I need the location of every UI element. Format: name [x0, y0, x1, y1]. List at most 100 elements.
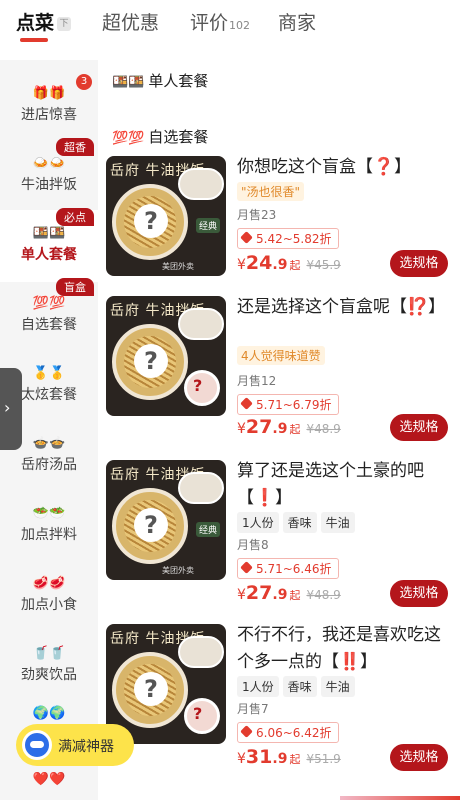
classic-stamp: 经典 — [195, 218, 220, 233]
count-badge: 3 — [76, 74, 92, 90]
original-price: ¥48.9 — [306, 588, 341, 602]
hundred-points-icon: 💯💯 — [32, 296, 66, 311]
product-image[interactable]: 岳府 牛油拌饭 ? 经典 美团外卖 — [106, 460, 226, 580]
product-image[interactable]: 岳府 牛油拌饭 ? ? — [106, 624, 226, 744]
double-exclamation-icon: ‼️ — [339, 652, 361, 672]
tag-serving: 1人份 — [237, 676, 279, 697]
status-badge: 必点 — [56, 208, 94, 226]
choose-spec-button[interactable]: 选规格 — [390, 414, 448, 441]
sidebar-item-label: 自选套餐 — [21, 317, 77, 333]
tab-reviews-label: 评价 — [190, 12, 229, 34]
product-image[interactable]: 岳府 牛油拌饭 ? ? — [106, 296, 226, 416]
sidebar-item-label: 加点拌料 — [21, 527, 77, 543]
status-badge: 超香 — [56, 138, 94, 156]
discount-tag: 5.71~6.46折 — [237, 558, 339, 579]
monthly-sales: 月售7 — [237, 702, 269, 716]
section-header-custom-set: 💯💯 自选套餐 — [112, 126, 208, 147]
promo-label: 满减神器 — [58, 739, 114, 755]
monthly-sales: 月售8 — [237, 538, 269, 552]
discount-icon — [240, 725, 253, 738]
tag-flavor: 香味 — [282, 676, 317, 697]
question-mark-icon: ? — [134, 204, 168, 238]
chevron-right-icon: › — [4, 398, 11, 417]
status-badge: 盲盒 — [56, 278, 94, 296]
discount-tag: 6.06~6.42折 — [237, 722, 339, 743]
product-card[interactable]: 岳府 牛油拌饭 ? 经典 美团外卖 算了还是选这个土豪的吧【❗】 1人份 香味 牛油… — [106, 460, 460, 610]
product-title: 还是选择这个盲盒呢【⁉️】 — [237, 297, 446, 317]
choose-spec-button[interactable]: 选规格 — [390, 250, 448, 277]
section-header-single-set: 🍱🍱 单人套餐 — [112, 70, 208, 91]
sidebar-item-welcome[interactable]: 🎁🎁 进店惊喜 3 — [0, 70, 98, 142]
soup-bowl-image — [178, 636, 224, 668]
tab-order[interactable]: 点菜下 — [16, 8, 72, 35]
sidebar-item-toppings[interactable]: 🥗🥗 加点拌料 — [0, 490, 98, 562]
monthly-sales: 月售12 — [237, 374, 277, 388]
exclamation-icon: ❗ — [254, 488, 276, 508]
rice-bowl-icon: 🍛🍛 — [32, 156, 66, 171]
watermark: 美团外卖 — [162, 262, 194, 271]
product-card[interactable]: 岳府 牛油拌饭 ? ? 还是选择这个盲盒呢【⁉️】 4人觉得味道赞 月售12 5… — [106, 296, 460, 446]
sidebar-item-label: 牛油拌饭 — [21, 177, 77, 193]
soup-bowl-image — [178, 472, 224, 504]
active-tab-indicator — [20, 38, 48, 42]
question-mark-icon: ❓ — [373, 157, 395, 177]
question-mark-icon: ? — [134, 344, 168, 378]
product-tagline: 4人觉得味道赞 — [237, 346, 325, 365]
discount-tag: 5.42~5.82折 — [237, 228, 339, 249]
original-price: ¥48.9 — [306, 422, 341, 436]
tab-merchant[interactable]: 商家 — [278, 8, 316, 35]
side-dish-image: ? — [184, 698, 220, 734]
tab-reviews[interactable]: 评价102 — [190, 8, 250, 35]
sidebar-item-label: 单人套餐 — [21, 247, 77, 263]
product-tagline: "汤也很香" — [237, 182, 305, 201]
tab-order-tag: 下 — [57, 16, 72, 31]
tab-deals-label: 超优惠 — [102, 12, 160, 34]
exclamation-question-icon: ⁉️ — [407, 297, 429, 317]
discount-helper-button[interactable]: 满减神器 — [16, 724, 134, 766]
question-mark-icon: ? — [134, 672, 168, 706]
discount-icon — [240, 231, 253, 244]
side-dish-image: ? — [184, 370, 220, 406]
choose-spec-button[interactable]: 选规格 — [390, 580, 448, 607]
choose-spec-button[interactable]: 选规格 — [390, 744, 448, 771]
heart-icon: ❤️❤️ — [32, 772, 66, 787]
product-card[interactable]: 岳府 牛油拌饭 ? 经典 美团外卖 你想吃这个盲盒【❓】 "汤也很香" 月售23… — [106, 156, 460, 286]
product-tags: 1人份 香味 牛油 — [237, 512, 359, 533]
sidebar-item-label: 加点小食 — [21, 597, 77, 613]
sidebar-item-custom-set[interactable]: 盲盒 💯💯 自选套餐 — [0, 278, 98, 352]
discount-tag: 5.71~6.79折 — [237, 394, 339, 415]
meat-icon: 🥩🥩 — [32, 576, 66, 591]
sidebar-item-label: 岳府汤品 — [21, 457, 77, 473]
monthly-sales: 月售23 — [237, 208, 277, 222]
bento-icon: 🍱🍱 — [112, 75, 145, 90]
product-card[interactable]: 岳府 牛油拌饭 ? ? 不行不行，我还是喜欢吃这个多一点的【‼️】 1人份 香味牛… — [106, 624, 460, 774]
discount-icon — [240, 561, 253, 574]
hundred-points-icon: 💯💯 — [112, 131, 145, 146]
watermark: 美团外卖 — [162, 566, 194, 575]
salad-icon: 🥗🥗 — [32, 506, 66, 521]
product-title: 不行不行，我还是喜欢吃这个多一点的【‼️】 — [237, 625, 441, 672]
tag-serving: 1人份 — [237, 512, 279, 533]
sidebar-item-label: 进店惊喜 — [21, 107, 77, 123]
original-price: ¥51.9 — [306, 752, 341, 766]
review-count: 102 — [229, 19, 251, 32]
robot-icon — [22, 730, 52, 760]
bottom-cart-bar-edge — [340, 796, 460, 800]
product-price: ¥27.9 起 ¥48.9 — [237, 582, 341, 604]
classic-stamp: 经典 — [195, 522, 220, 537]
product-tags: 1人份 香味 牛油 — [237, 676, 359, 697]
tab-deals[interactable]: 超优惠 — [102, 8, 159, 35]
product-title: 你想吃这个盲盒【❓】 — [237, 157, 412, 177]
tag-flavor: 香味 — [282, 512, 317, 533]
discount-icon — [240, 397, 253, 410]
original-price: ¥45.9 — [306, 258, 341, 272]
product-price: ¥24.9 起 ¥45.9 — [237, 252, 341, 274]
sidebar-item-single-set[interactable]: 必点 🍱🍱 单人套餐 — [0, 208, 98, 282]
sidebar-item-butter-rice[interactable]: 超香 🍛🍛 牛油拌饭 — [0, 138, 98, 212]
bento-icon: 🍱🍱 — [32, 226, 66, 241]
sidebar-item-snacks[interactable]: 🥩🥩 加点小食 — [0, 560, 98, 632]
expand-sidebar-handle[interactable]: › — [0, 368, 22, 450]
tag-butter: 牛油 — [320, 676, 355, 697]
soup-bowl-image — [178, 168, 224, 200]
product-image[interactable]: 岳府 牛油拌饭 ? 经典 美团外卖 — [106, 156, 226, 276]
